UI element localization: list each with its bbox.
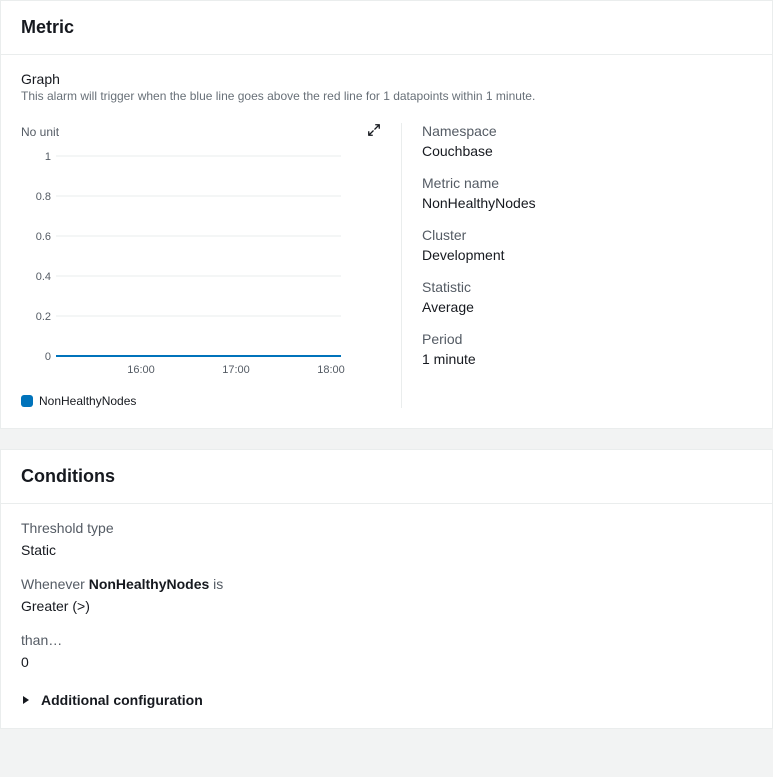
metric-chart: 1 0.8 0.6 0.4 0.2 0 16:00 17:00 18:00	[21, 148, 351, 378]
graph-row: No unit 1 0.8 0.6	[21, 123, 752, 408]
whenever-metric: NonHealthyNodes	[89, 576, 210, 592]
x-tick: 18:00	[317, 364, 345, 376]
period-label: Period	[422, 331, 752, 347]
chart-column: No unit 1 0.8 0.6	[21, 123, 381, 408]
chart-legend: NonHealthyNodes	[21, 394, 381, 408]
y-tick: 0.6	[36, 231, 51, 243]
namespace-value: Couchbase	[422, 143, 752, 159]
conditions-panel-body: Threshold type Static Whenever NonHealth…	[1, 504, 772, 728]
than-value: 0	[21, 654, 752, 670]
conditions-panel: Conditions Threshold type Static Wheneve…	[0, 449, 773, 729]
metric-title: Metric	[21, 17, 752, 38]
y-tick: 0.2	[36, 311, 51, 323]
namespace-label: Namespace	[422, 123, 752, 139]
metric-panel-body: Graph This alarm will trigger when the b…	[1, 55, 772, 428]
whenever-label: Whenever NonHealthyNodes is	[21, 576, 752, 592]
additional-configuration-label: Additional configuration	[41, 692, 203, 708]
comparison-operator-value: Greater (>)	[21, 598, 752, 614]
conditions-title: Conditions	[21, 466, 752, 487]
statistic-label: Statistic	[422, 279, 752, 295]
y-tick: 1	[45, 151, 51, 163]
whenever-prefix: Whenever	[21, 576, 89, 592]
period-value: 1 minute	[422, 351, 752, 367]
expand-icon[interactable]	[367, 123, 381, 140]
threshold-type-label: Threshold type	[21, 520, 752, 536]
than-label: than…	[21, 632, 752, 648]
cluster-label: Cluster	[422, 227, 752, 243]
threshold-type-value: Static	[21, 542, 752, 558]
chart-unit-label: No unit	[21, 125, 59, 139]
whenever-suffix: is	[209, 576, 223, 592]
metric-metadata: Namespace Couchbase Metric name NonHealt…	[401, 123, 752, 408]
caret-right-icon	[21, 695, 31, 705]
metric-panel: Metric Graph This alarm will trigger whe…	[0, 0, 773, 429]
conditions-panel-header: Conditions	[1, 450, 772, 504]
x-tick: 16:00	[127, 364, 155, 376]
statistic-value: Average	[422, 299, 752, 315]
graph-heading: Graph	[21, 71, 752, 87]
legend-swatch-icon	[21, 395, 33, 407]
additional-configuration-toggle[interactable]: Additional configuration	[21, 688, 752, 708]
legend-label: NonHealthyNodes	[39, 394, 136, 408]
x-tick: 17:00	[222, 364, 250, 376]
cluster-value: Development	[422, 247, 752, 263]
chart-top-row: No unit	[21, 123, 381, 140]
metric-name-value: NonHealthyNodes	[422, 195, 752, 211]
metric-panel-header: Metric	[1, 1, 772, 55]
graph-description: This alarm will trigger when the blue li…	[21, 89, 752, 103]
metric-name-label: Metric name	[422, 175, 752, 191]
y-tick: 0	[45, 351, 51, 363]
y-tick: 0.4	[36, 271, 51, 283]
y-tick: 0.8	[36, 191, 51, 203]
